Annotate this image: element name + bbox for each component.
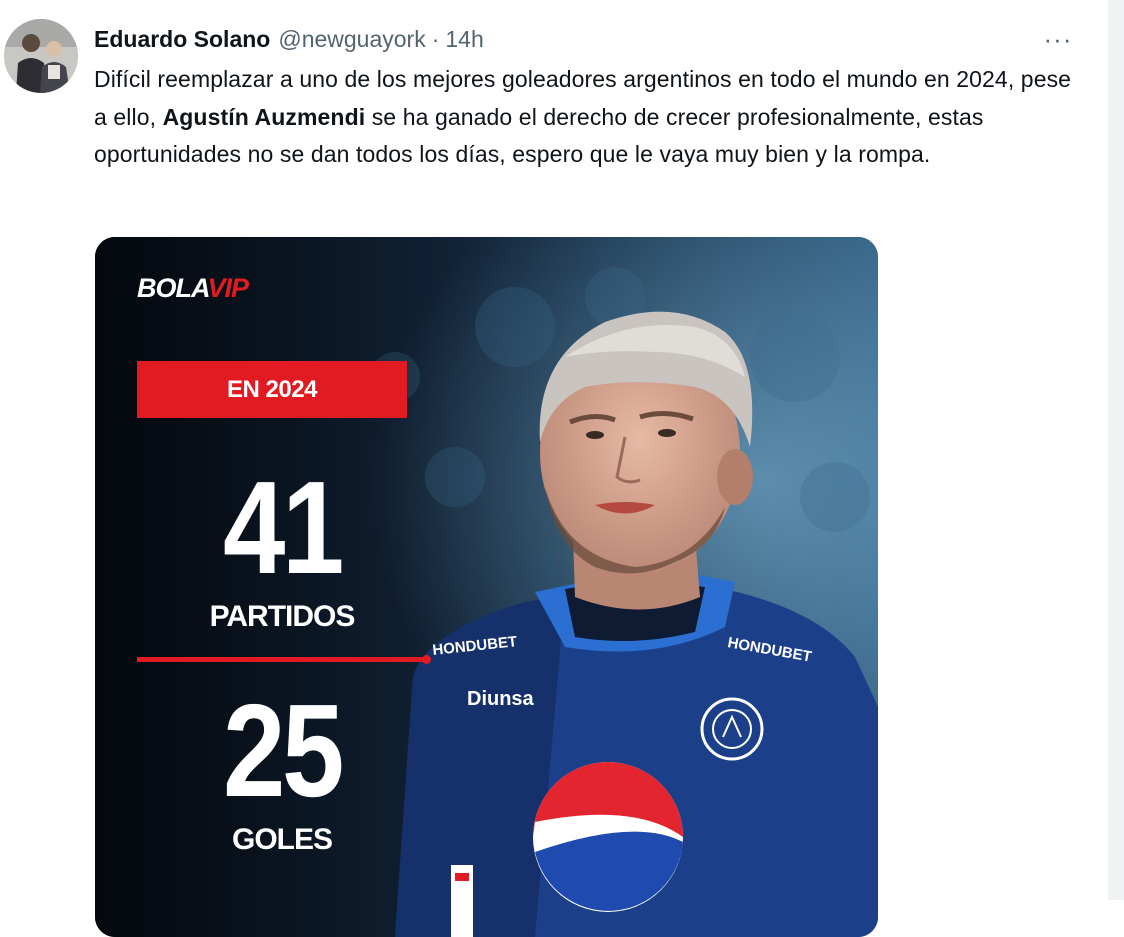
more-options-icon[interactable]: ··· xyxy=(1038,24,1078,54)
sponsor-globe-icon xyxy=(533,762,683,912)
tweet-timestamp[interactable]: 14h xyxy=(445,26,483,53)
stat-goals-value: 25 xyxy=(222,677,344,824)
brand-logo: BOLAVIP xyxy=(137,273,250,304)
header-separator: · xyxy=(431,25,440,52)
tweet-text-bold-name: Agustín Auzmendi xyxy=(162,103,366,130)
window-edge xyxy=(1108,0,1124,900)
tweet-text: Difícil reemplazar a uno de los mejores … xyxy=(94,61,1084,174)
author-handle[interactable]: @newguayork xyxy=(278,26,425,53)
stat-matches-value: 41 xyxy=(222,454,344,601)
stat-divider xyxy=(137,655,431,664)
stat-goals-label: GOLES xyxy=(231,823,333,856)
brand-logo-part2: VIP xyxy=(207,273,250,303)
year-badge: EN 2024 xyxy=(137,361,407,418)
club-crest-icon xyxy=(700,697,764,761)
avatar-photo xyxy=(4,19,78,93)
avatar[interactable] xyxy=(4,19,78,93)
tweet-media-image[interactable]: HONDUBET HONDUBET Diunsa BOLAVIP EN 2024… xyxy=(95,237,878,937)
stat-matches-label: PARTIDOS xyxy=(209,600,356,633)
brand-logo-part1: BOLA xyxy=(137,273,208,303)
jersey-sponsor-diunsa: Diunsa xyxy=(467,688,535,710)
author-display-name[interactable]: Eduardo Solano xyxy=(94,26,270,53)
tweet-header: Eduardo Solano @newguayork · 14h xyxy=(94,24,484,54)
